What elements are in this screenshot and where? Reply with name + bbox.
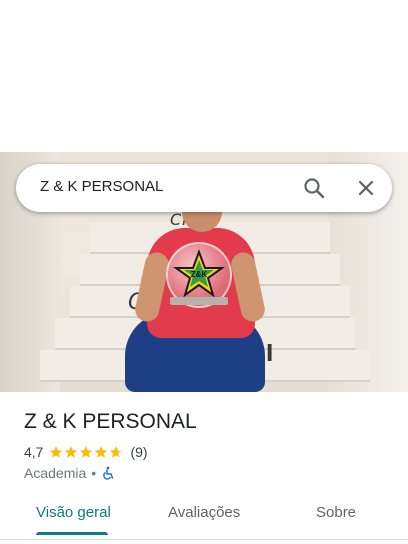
separator-dot: • — [91, 465, 97, 481]
close-icon[interactable] — [354, 176, 378, 200]
trophy-label: Z&K — [190, 270, 208, 279]
search-icon[interactable] — [302, 176, 326, 200]
wheelchair-accessible-icon — [101, 466, 115, 480]
review-count[interactable]: (9) — [130, 444, 147, 460]
tab-about[interactable]: Sobre — [316, 504, 356, 521]
search-bar[interactable]: Z & K PERSONAL — [16, 164, 392, 212]
category-label: Academia — [24, 465, 87, 481]
star-icon — [110, 446, 123, 458]
tab-overview[interactable]: Visão geral — [36, 504, 111, 521]
place-title: Z & K PERSONAL — [24, 410, 197, 433]
category-row: Academia • — [24, 465, 115, 481]
tab-reviews[interactable]: Avaliações — [168, 504, 240, 521]
tab-divider — [0, 539, 408, 540]
rating-stars — [49, 445, 124, 459]
tab-bar: Visão geral Avaliações Sobre — [0, 496, 408, 538]
star-icon — [95, 446, 108, 458]
trophy-base — [170, 297, 228, 305]
rating-row[interactable]: 4,7 (9) — [24, 444, 148, 460]
star-icon — [65, 446, 78, 458]
star-icon — [50, 446, 63, 458]
rating-value: 4,7 — [24, 444, 44, 460]
active-tab-indicator — [36, 532, 108, 535]
star-icon — [80, 446, 93, 458]
search-input[interactable]: Z & K PERSONAL — [40, 178, 163, 195]
